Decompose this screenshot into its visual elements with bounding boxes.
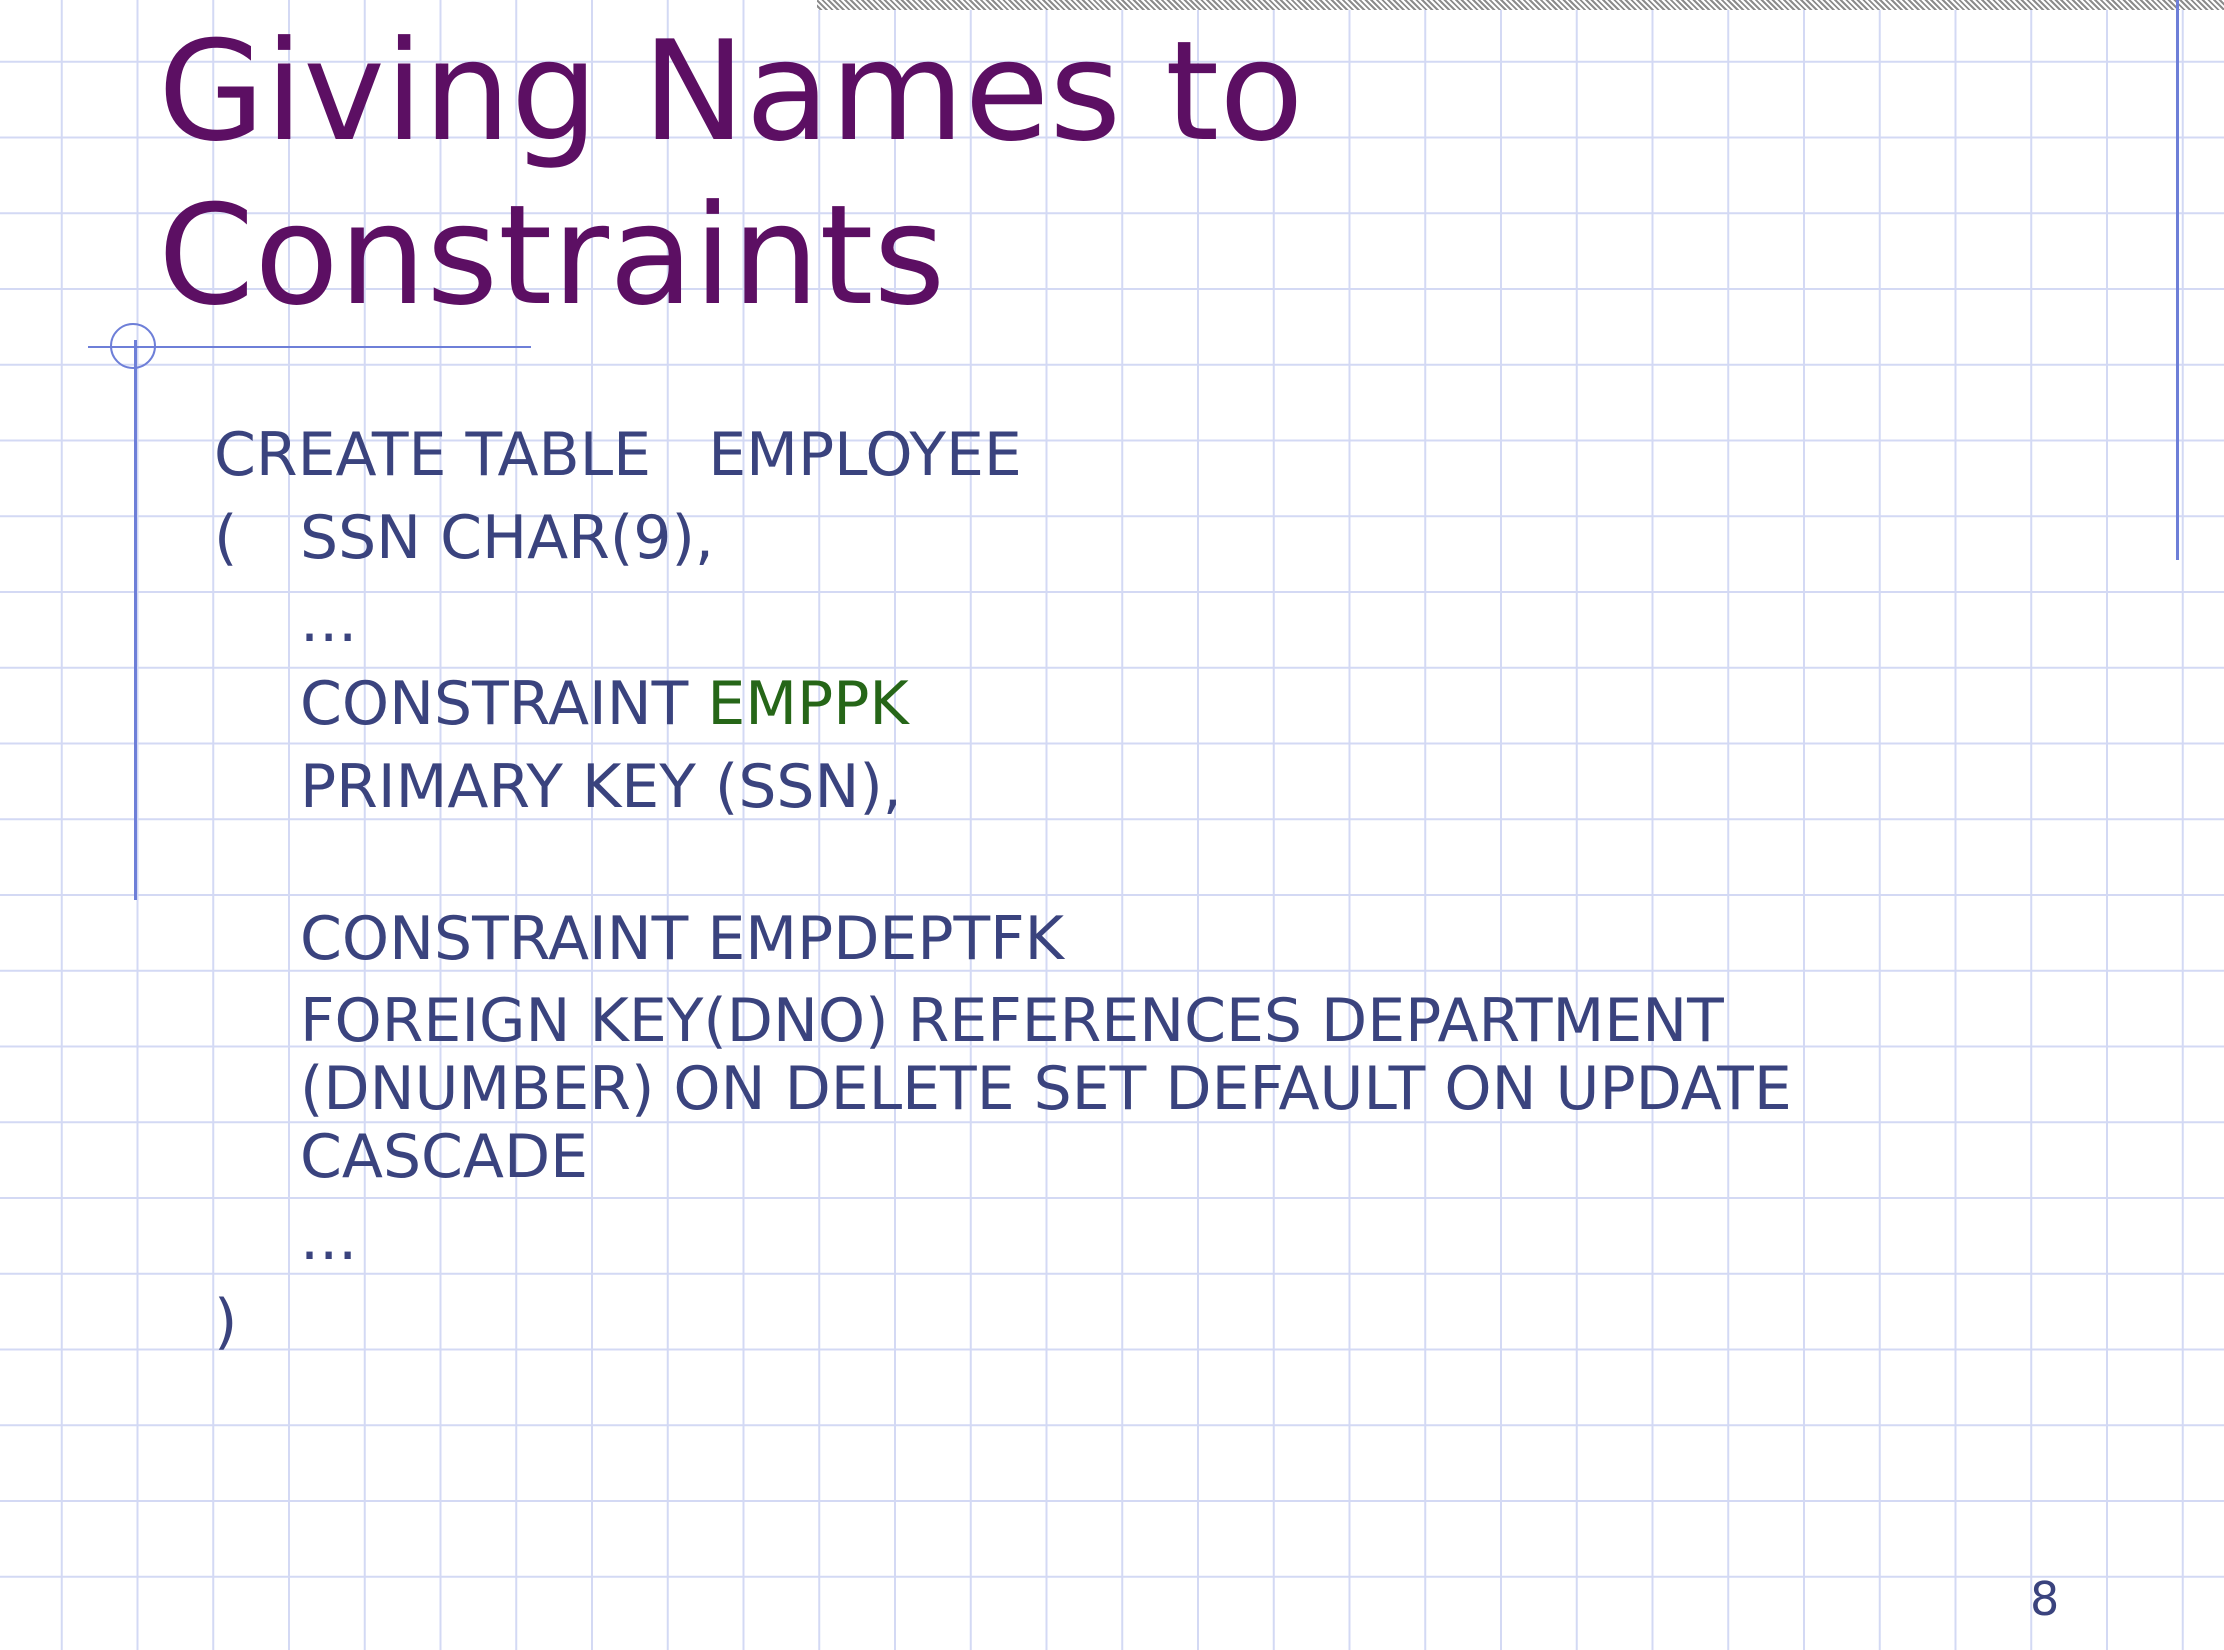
constraint-name-emppk: EMPPK — [707, 669, 909, 739]
sql-code-block: CREATE TABLE EMPLOYEE (SSN CHAR(9), ... … — [214, 420, 2014, 1370]
open-paren: ( — [214, 503, 238, 573]
code-line-constraint-emppk: CONSTRAINT EMPPK — [214, 669, 2014, 739]
code-line-foreign-key: FOREIGN KEY(DNO) REFERENCES DEPARTMENT (… — [300, 986, 1792, 1192]
left-accent-rule — [134, 340, 137, 900]
top-pattern-band — [817, 0, 2224, 10]
code-line-constraint-empdeptfk: CONSTRAINT EMPDEPTFK — [300, 904, 1065, 974]
slide-title-line-2: Constraints — [158, 175, 946, 336]
slide-title-line-1: Giving Names to — [158, 11, 1304, 172]
constraint-keyword: CONSTRAINT — [300, 669, 708, 739]
right-accent-rule — [2176, 0, 2179, 560]
code-line-close-paren: ) — [214, 1287, 238, 1357]
title-circle-ornament — [110, 323, 156, 369]
code-line-ellipsis-2: ... — [300, 1204, 358, 1274]
code-line-create-table: CREATE TABLE EMPLOYEE — [214, 420, 1022, 490]
code-line-primary-key: PRIMARY KEY (SSN), — [300, 752, 902, 822]
ssn-column-def: SSN CHAR(9), — [300, 503, 714, 573]
code-line-ellipsis-1: ... — [300, 586, 358, 656]
slide-title: Giving Names to Constraints — [158, 10, 1758, 338]
code-line-ssn: ( SSN CHAR(9), — [214, 503, 2014, 573]
page-number: 8 — [2030, 1572, 2060, 1626]
